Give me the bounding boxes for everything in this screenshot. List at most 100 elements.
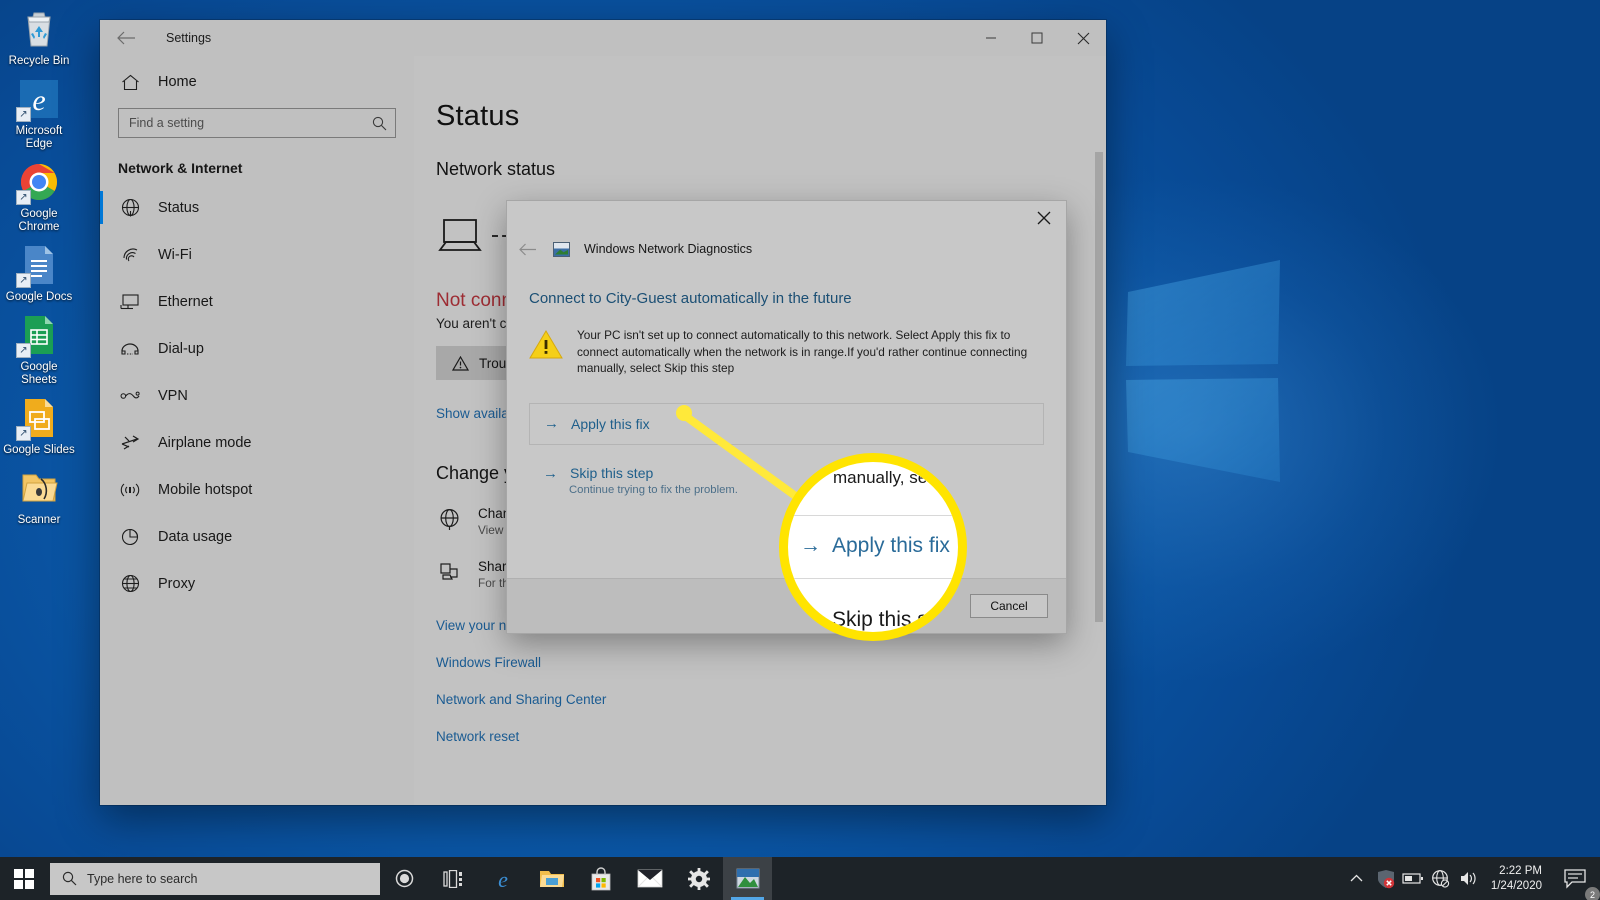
taskbar-network-diagnostics-icon[interactable] <box>723 857 772 900</box>
cancel-button[interactable]: Cancel <box>970 594 1048 618</box>
desktop-icon-label: Microsoft Edge <box>15 125 63 150</box>
back-arrow-icon[interactable] <box>104 22 148 54</box>
windows-wallpaper-logo <box>1126 260 1280 482</box>
sidebar-item-ethernet[interactable]: Ethernet <box>100 278 414 325</box>
dialog-titlebar[interactable] <box>507 201 1066 234</box>
shortcut-arrow-icon: ↗ <box>16 426 31 441</box>
dialog-warning-block: Your PC isn't set up to connect automati… <box>529 327 1044 377</box>
sidebar-item-status[interactable]: Status <box>100 184 414 231</box>
scrollbar-thumb[interactable] <box>1095 152 1103 622</box>
sidebar-item-label: VPN <box>158 387 188 404</box>
sidebar-item-dialup[interactable]: Dial-up <box>100 325 414 372</box>
sidebar-item-label: Status <box>158 199 200 216</box>
desktop-icon-label: Google Chrome <box>18 208 60 233</box>
dialog-header: Windows Network Diagnostics <box>507 234 1066 264</box>
taskbar-clock[interactable]: 2:22 PM 1/24/2020 <box>1483 857 1554 900</box>
settings-window-title: Settings <box>166 31 212 45</box>
arrow-right-icon: → <box>543 464 558 482</box>
windows-start-icon[interactable] <box>0 857 48 900</box>
desktop-icon-google-sheets[interactable]: ↗ Google Sheets <box>0 312 78 387</box>
link-network-reset[interactable]: Network reset <box>436 729 1106 744</box>
link-network-sharing-center[interactable]: Network and Sharing Center <box>436 692 1106 707</box>
airplane-icon <box>120 433 140 452</box>
sidebar-item-airplane-mode[interactable]: Airplane mode <box>100 419 414 466</box>
desktop-icon-recycle-bin[interactable]: Recycle Bin <box>0 6 78 68</box>
sidebar-item-wifi[interactable]: Wi-Fi <box>100 231 414 278</box>
link-windows-firewall[interactable]: Windows Firewall <box>436 655 1106 670</box>
settings-sidebar: Home Network & Internet Status <box>100 56 414 805</box>
skip-step-link[interactable]: → Skip this step <box>543 465 1044 482</box>
warning-triangle-icon <box>529 327 563 377</box>
desktop-icon-google-docs[interactable]: ↗ Google Docs <box>0 242 78 304</box>
sidebar-item-mobile-hotspot[interactable]: Mobile hotspot <box>100 466 414 513</box>
taskbar-microsoft-store-icon[interactable] <box>576 857 625 900</box>
desktop-icon-microsoft-edge[interactable]: e ↗ Microsoft Edge <box>0 76 78 151</box>
taskbar-search-box[interactable]: Type here to search <box>50 862 380 895</box>
google-sheets-icon: ↗ <box>16 312 62 358</box>
google-chrome-icon: ↗ <box>16 159 62 205</box>
sidebar-item-data-usage[interactable]: Data usage <box>100 513 414 560</box>
dialog-footer: Cancel <box>507 578 1066 633</box>
sharing-icon <box>436 559 462 584</box>
main-scrollbar[interactable] <box>1095 96 1103 797</box>
back-arrow-icon[interactable] <box>517 243 539 256</box>
sidebar-item-label: Ethernet <box>158 293 213 310</box>
network-diagnostics-icon <box>553 241 570 257</box>
apply-this-fix-option[interactable]: → Apply this fix <box>529 402 1044 445</box>
maximize-icon[interactable] <box>1014 20 1060 56</box>
security-alert-icon[interactable] <box>1371 857 1399 900</box>
sidebar-item-label: Dial-up <box>158 340 204 357</box>
apply-fix-link[interactable]: → Apply this fix <box>544 415 650 432</box>
close-icon[interactable] <box>1021 201 1066 234</box>
dialog-question: Connect to City-Guest automatically in t… <box>529 290 852 307</box>
sidebar-item-label: Proxy <box>158 575 196 592</box>
microsoft-edge-icon: e ↗ <box>16 76 62 122</box>
taskbar-cortana-icon[interactable] <box>380 857 429 900</box>
search-icon <box>62 871 77 886</box>
sidebar-heading: Network & Internet <box>118 160 243 176</box>
system-tray: 2:22 PM 1/24/2020 2 <box>1343 857 1600 900</box>
show-hidden-icons-chevron[interactable] <box>1343 857 1371 900</box>
sidebar-item-label: Mobile hotspot <box>158 481 253 498</box>
action-center-icon[interactable]: 2 <box>1554 857 1600 900</box>
sidebar-item-proxy[interactable]: Proxy <box>100 560 414 607</box>
notification-count-badge: 2 <box>1585 887 1600 900</box>
proxy-globe-icon <box>120 574 140 593</box>
battery-icon[interactable] <box>1399 857 1427 900</box>
sidebar-home-label: Home <box>158 74 197 90</box>
desktop-icon-google-chrome[interactable]: ↗ Google Chrome <box>0 159 78 234</box>
taskbar-task-view-icon[interactable] <box>429 857 478 900</box>
dialup-icon <box>120 341 140 357</box>
volume-icon[interactable] <box>1455 857 1483 900</box>
window-controls <box>968 20 1106 56</box>
minimize-icon[interactable] <box>968 20 1014 56</box>
taskbar-microsoft-edge-icon[interactable]: e <box>478 857 527 900</box>
sidebar-item-home[interactable]: Home <box>100 62 414 102</box>
home-icon <box>120 74 140 91</box>
desktop-icon-google-slides[interactable]: ↗ Google Slides <box>0 395 78 457</box>
taskbar-settings-gear-icon[interactable] <box>674 857 723 900</box>
search-input[interactable] <box>129 116 372 130</box>
search-box[interactable] <box>118 108 396 138</box>
shortcut-arrow-icon: ↗ <box>16 190 31 205</box>
network-disconnected-icon[interactable] <box>1427 857 1455 900</box>
settings-titlebar[interactable]: Settings <box>100 20 1106 56</box>
sidebar-item-vpn[interactable]: VPN <box>100 372 414 419</box>
sidebar-search-wrap <box>100 102 414 138</box>
hotspot-icon <box>120 481 140 499</box>
warning-triangle-icon <box>452 355 469 371</box>
desktop-icon-scanner[interactable]: Scanner <box>0 465 78 527</box>
search-icon <box>372 116 387 131</box>
desktop-icon-list: Recycle Bin e ↗ Microsoft Edge ↗ Google … <box>0 6 78 535</box>
close-icon[interactable] <box>1060 20 1106 56</box>
desktop-icon-label: Google Sheets <box>20 361 58 386</box>
taskbar-mail-icon[interactable] <box>625 857 674 900</box>
taskbar-file-explorer-icon[interactable] <box>527 857 576 900</box>
wifi-icon <box>120 246 140 263</box>
vpn-icon <box>120 389 140 403</box>
google-slides-icon: ↗ <box>16 395 62 441</box>
svg-text:e: e <box>498 867 508 891</box>
apply-fix-label: Apply this fix <box>571 415 650 432</box>
skip-this-step-option[interactable]: → Skip this step Continue trying to fix … <box>529 465 1044 496</box>
dialog-warning-text: Your PC isn't set up to connect automati… <box>577 328 1028 375</box>
